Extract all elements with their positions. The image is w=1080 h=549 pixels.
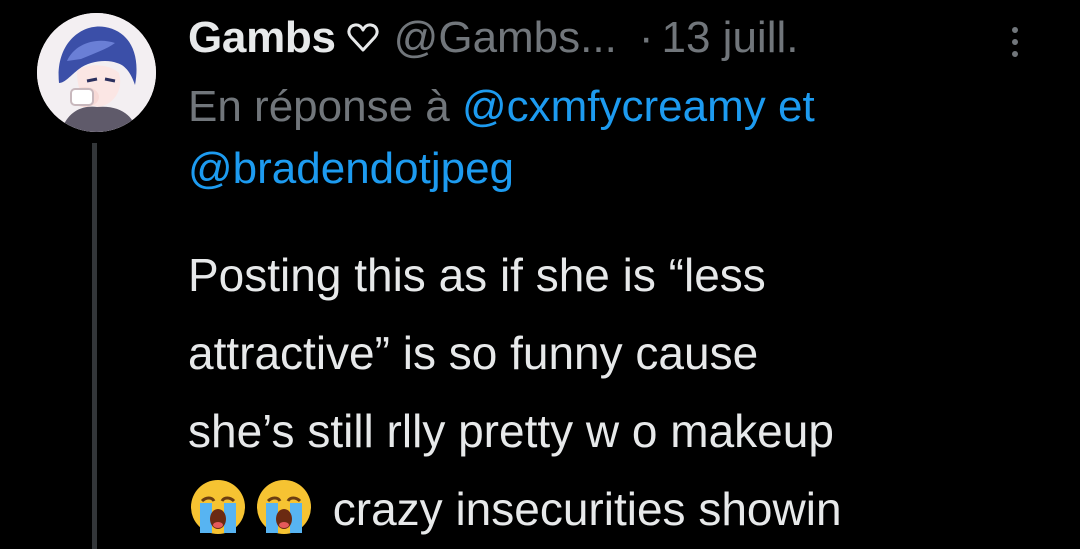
tweet-header: Gambs @Gambs... · 13 juill. — [188, 10, 798, 66]
author-handle[interactable]: @Gambs... — [394, 13, 617, 63]
reply-context: En réponse à @cxmfycreamy et @bradendotj… — [188, 76, 1048, 200]
tweet-text-line: Posting this as if she is “less — [188, 249, 766, 301]
tweet[interactable]: Gambs @Gambs... · 13 juill. En réponse à… — [0, 0, 1080, 549]
avatar-image — [37, 13, 156, 132]
loudly-crying-face-emoji — [254, 477, 314, 537]
author-display-name[interactable]: Gambs — [188, 13, 336, 63]
separator-dot: · — [638, 13, 654, 62]
avatar[interactable] — [37, 13, 156, 132]
tweet-body: Posting this as if she is “less attracti… — [188, 236, 1068, 548]
mention-link[interactable]: @bradendotjpeg — [188, 144, 514, 193]
tweet-text-end: crazy insecurities showin — [332, 483, 842, 535]
reply-prefix: En réponse à — [188, 82, 450, 131]
mention-link[interactable]: @cxmfycreamy — [462, 82, 766, 131]
loudly-crying-face-emoji — [188, 477, 248, 537]
tweet-date[interactable]: 13 juill. — [662, 13, 799, 63]
reply-conjunction: et — [778, 82, 815, 131]
tweet-text-line: she’s still rlly pretty w o makeup — [188, 405, 834, 457]
heart-outline-icon — [346, 21, 380, 55]
tweet-text-line: crazy insecurities showin — [188, 470, 1068, 548]
thread-line — [92, 143, 97, 549]
tweet-text-line: attractive” is so funny cause — [188, 327, 759, 379]
more-vertical-icon[interactable] — [1005, 22, 1025, 62]
